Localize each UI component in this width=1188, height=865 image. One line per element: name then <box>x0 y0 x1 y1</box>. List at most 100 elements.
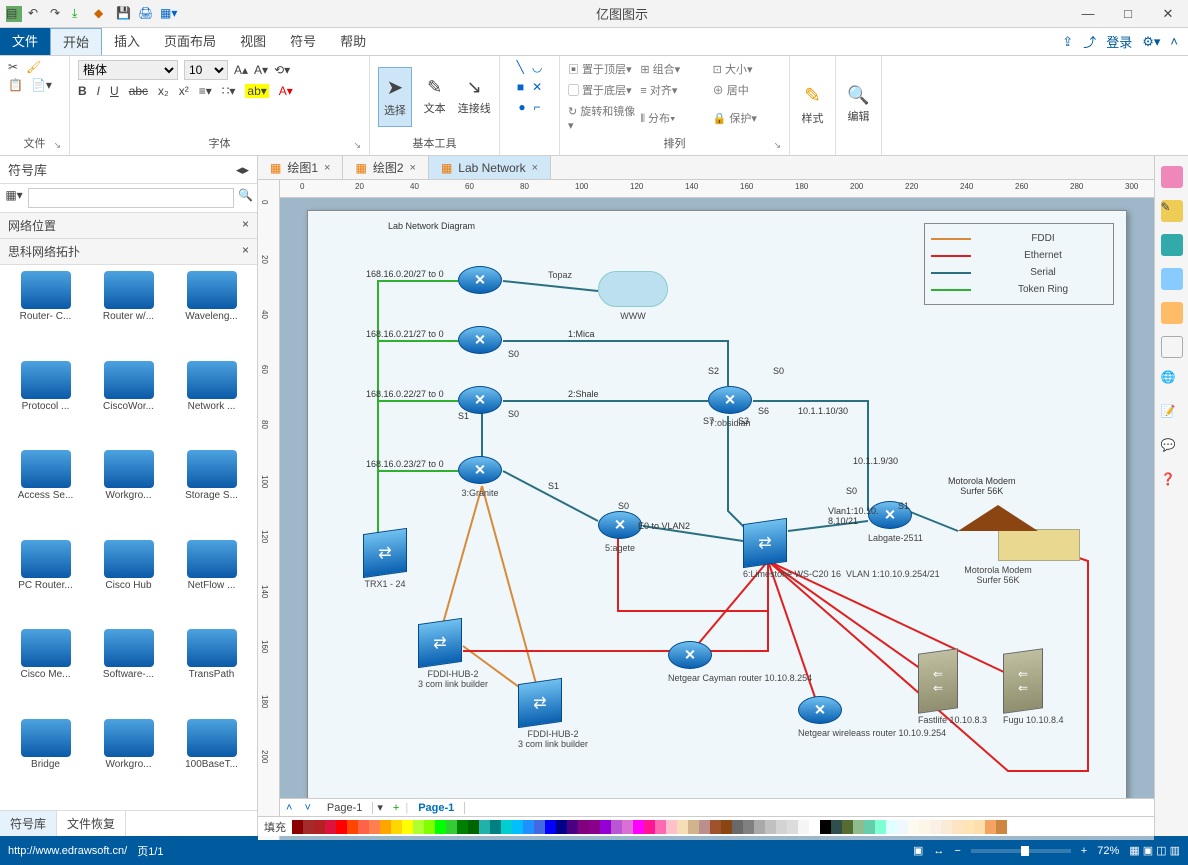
shape-item[interactable]: TransPath <box>172 629 251 715</box>
color-swatch[interactable] <box>413 820 424 834</box>
color-swatch[interactable] <box>545 820 556 834</box>
qat-new-icon[interactable]: ▤ <box>6 6 22 22</box>
menu-tab-symbol[interactable]: 符号 <box>278 28 328 55</box>
color-swatch[interactable] <box>985 820 996 834</box>
zoom-slider[interactable] <box>971 849 1071 853</box>
qat-save-icon[interactable]: 💾 <box>116 6 132 22</box>
color-swatch[interactable] <box>732 820 743 834</box>
color-swatch[interactable] <box>611 820 622 834</box>
subscript-button[interactable]: x₂ <box>158 84 169 98</box>
bullets-icon[interactable]: ∷▾ <box>222 84 236 98</box>
canvas[interactable]: Lab Network Diagram FDDIEthernetSerialTo… <box>280 198 1154 840</box>
color-swatch[interactable] <box>567 820 578 834</box>
color-swatch[interactable] <box>380 820 391 834</box>
color-swatch[interactable] <box>424 820 435 834</box>
text-direction-icon[interactable]: ⟲▾ <box>274 63 290 77</box>
qat-shapes-icon[interactable]: ◆ <box>94 6 110 22</box>
color-swatch[interactable] <box>875 820 886 834</box>
color-swatch[interactable] <box>600 820 611 834</box>
color-swatch[interactable] <box>908 820 919 834</box>
color-swatch[interactable] <box>435 820 446 834</box>
increase-font-icon[interactable]: A▴ <box>234 63 248 77</box>
copy-icon[interactable]: 📋 <box>8 78 23 92</box>
color-swatch[interactable] <box>633 820 644 834</box>
image-panel-icon[interactable] <box>1161 268 1183 290</box>
color-swatch[interactable] <box>996 820 1007 834</box>
color-swatch[interactable] <box>963 820 974 834</box>
add-page-button[interactable]: + <box>387 802 405 814</box>
shape-item[interactable]: Cisco Hub <box>89 540 168 626</box>
color-swatch[interactable] <box>479 820 490 834</box>
distribute-button[interactable]: ⫴ 分布▾ <box>640 110 708 126</box>
page-tab-1[interactable]: Page-1 <box>408 802 465 814</box>
color-swatch[interactable] <box>787 820 798 834</box>
fontcolor-icon[interactable]: A▾ <box>279 84 293 98</box>
diagram-node-house[interactable]: Motorola Modem Surfer 56K <box>958 511 1038 585</box>
qat-options-icon[interactable]: ▦▾ <box>160 6 176 22</box>
strike-button[interactable]: abc <box>129 84 148 98</box>
diagram-node-topaz[interactable]: Topaz <box>548 266 572 280</box>
diagram-node-sw2[interactable]: FDDI-HUB-2 3 com link builder <box>418 621 488 689</box>
shape-item[interactable]: Router w/... <box>89 271 168 357</box>
menu-tab-insert[interactable]: 插入 <box>102 28 152 55</box>
diagram-node-r6[interactable]: 5:agete <box>598 511 642 553</box>
comment-icon[interactable]: 💬 <box>1161 438 1183 460</box>
color-swatch[interactable] <box>699 820 710 834</box>
collapse-ribbon-icon[interactable]: ˄ <box>1170 34 1178 49</box>
color-swatch[interactable] <box>688 820 699 834</box>
color-swatch[interactable] <box>578 820 589 834</box>
font-name-select[interactable]: 楷体 <box>78 60 178 80</box>
close-icon[interactable]: × <box>410 162 416 174</box>
color-swatch[interactable] <box>556 820 567 834</box>
zoom-out-icon[interactable]: − <box>954 845 960 857</box>
color-swatch[interactable] <box>820 820 831 834</box>
shape-item[interactable]: Storage S... <box>172 450 251 536</box>
color-swatch[interactable] <box>930 820 941 834</box>
color-swatch[interactable] <box>512 820 523 834</box>
color-swatch[interactable] <box>391 820 402 834</box>
text-tool-button[interactable]: ✎文本 <box>418 67 452 127</box>
color-swatch[interactable] <box>864 820 875 834</box>
color-swatch[interactable] <box>589 820 600 834</box>
color-swatch[interactable] <box>644 820 655 834</box>
underline-button[interactable]: U <box>110 84 119 98</box>
color-swatch[interactable] <box>358 820 369 834</box>
layer-panel-icon[interactable] <box>1161 302 1183 324</box>
page-nav-down-icon[interactable]: ˅ <box>298 802 316 814</box>
shape-item[interactable]: Waveleng... <box>172 271 251 357</box>
color-swatch[interactable] <box>919 820 930 834</box>
diagram-node-srv1[interactable]: Fastlife 10.10.8.3 <box>918 651 987 725</box>
share-icon[interactable]: ⇪ <box>1062 34 1073 50</box>
doc-tab-2[interactable]: ▦绘图2× <box>343 156 428 179</box>
login-link[interactable]: 登录 <box>1106 32 1132 51</box>
group-button[interactable]: ⊞ 组合▾ <box>640 61 708 77</box>
color-swatch[interactable] <box>941 820 952 834</box>
italic-button[interactable]: I <box>97 84 100 98</box>
align-button[interactable]: ≡ 对齐▾ <box>640 82 708 98</box>
share2-icon[interactable]: ⤴ <box>1083 32 1096 51</box>
qat-redo-icon[interactable]: ↷ <box>50 6 66 22</box>
launcher-icon[interactable]: ↘ <box>773 140 781 151</box>
diagram-node-r4[interactable]: 3:Granite <box>458 456 502 498</box>
diagram-node-sw1[interactable]: TRX1 - 24 <box>363 531 407 589</box>
edit-button[interactable]: 🔍编辑 <box>844 75 873 135</box>
doc-tab-3[interactable]: ▦Lab Network× <box>429 156 551 179</box>
panel-menu-icon[interactable]: ◂▸ <box>236 162 249 178</box>
maximize-button[interactable]: □ <box>1108 0 1148 28</box>
color-swatch[interactable] <box>490 820 501 834</box>
library-picker-icon[interactable]: ▦▾ <box>4 188 24 208</box>
theme-icon[interactable] <box>1161 166 1183 188</box>
shape-item[interactable]: Bridge <box>6 719 85 805</box>
shape-item[interactable]: CiscoWor... <box>89 361 168 447</box>
shape-item[interactable]: Protocol ... <box>6 361 85 447</box>
format-icon[interactable]: ✎ <box>1161 200 1183 222</box>
color-swatch[interactable] <box>446 820 457 834</box>
shape-item[interactable]: Workgro... <box>89 719 168 805</box>
color-swatch[interactable] <box>754 820 765 834</box>
color-swatch[interactable] <box>369 820 380 834</box>
section-network-location[interactable]: 网络位置 <box>8 217 56 234</box>
section-close-icon[interactable]: × <box>242 217 249 234</box>
search-icon[interactable]: 🔍 <box>238 188 253 208</box>
color-swatch[interactable] <box>534 820 545 834</box>
color-swatch[interactable] <box>347 820 358 834</box>
